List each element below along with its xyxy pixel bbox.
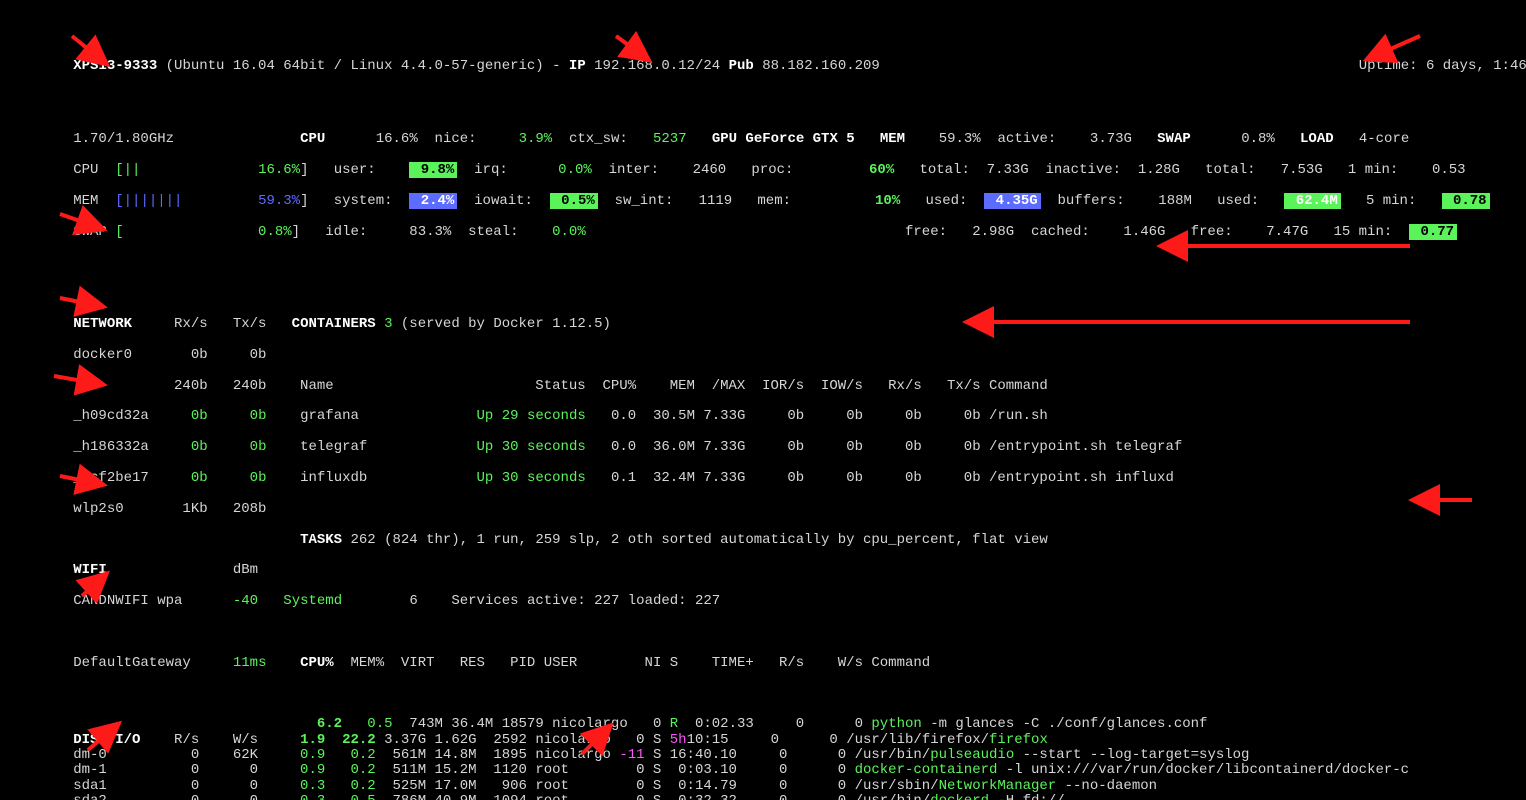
- quick-row-cpu: CPU [|| 16.6%] user: 9.8% irq: 0.0% inte…: [6, 163, 1526, 178]
- task-row: dm-1 0 0 0.9 0.2 511M 15.2M 1120 root 0 …: [6, 763, 1526, 778]
- wifi-header: WIFI dBm: [6, 563, 1526, 578]
- task-row: sda1 0 0 0.3 0.2 525M 17.0M 906 root 0 S…: [6, 779, 1526, 794]
- task-row: sda2 0 0 0.3 0.5 786M 40.9M 1094 root 0 …: [6, 794, 1526, 800]
- net-header: NETWORK Rx/s Tx/s CONTAINERS 3 (served b…: [6, 317, 1526, 332]
- quick-row-swap: SWAP [ 0.8%] idle: 83.3% steal: 0.0% fre…: [6, 225, 1526, 240]
- quick-row-freq: 1.70/1.80GHz CPU 16.6% nice: 3.9% ctx_sw…: [6, 132, 1526, 147]
- quick-row-mem: MEM [||||||| 59.3%] system: 2.4% iowait:…: [6, 194, 1526, 209]
- task-row: DISK I/O R/s W/s 1.9 22.2 3.37G 1.62G 25…: [6, 733, 1526, 748]
- task-row: 6.2 0.5 743M 36.4M 18579 nicolargo 0 R 0…: [6, 717, 1526, 732]
- task-row: dm-0 0 62K 0.9 0.2 561M 14.8M 1895 nicol…: [6, 748, 1526, 763]
- header-line: XPS13-9333 (Ubuntu 16.04 64bit / Linux 4…: [6, 59, 1526, 86]
